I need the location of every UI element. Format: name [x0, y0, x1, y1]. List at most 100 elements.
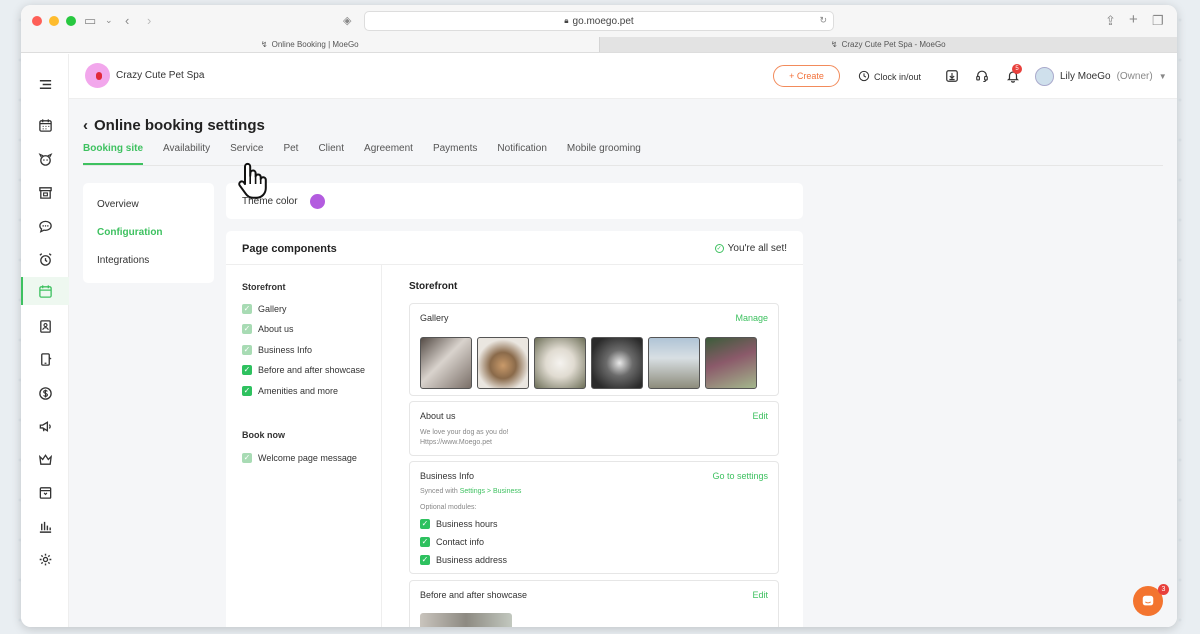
chat-icon [1142, 595, 1154, 606]
tab-overview-icon[interactable]: ❐ [1152, 13, 1164, 29]
checkbox-checked-icon: ✓ [242, 453, 252, 463]
forward-icon[interactable]: › [147, 13, 151, 28]
clock-in-out-button[interactable]: Clock in/out [858, 70, 921, 84]
shield-icon[interactable]: ◈ [343, 14, 351, 27]
reload-icon[interactable]: ↻ [819, 15, 827, 26]
clipboard-icon[interactable] [21, 312, 69, 340]
checkbox-welcome-message[interactable]: ✓ Welcome page message [242, 453, 357, 463]
support-headset-icon[interactable] [975, 69, 989, 86]
tab-agreement[interactable]: Agreement [364, 143, 413, 165]
sidebar-toggle-icon[interactable]: ▭ [84, 13, 96, 29]
gallery-photo[interactable] [420, 337, 472, 389]
storefront-heading: Storefront [242, 282, 286, 292]
gallery-photo[interactable] [591, 337, 643, 389]
business-name[interactable]: Crazy Cute Pet Spa [116, 70, 204, 81]
menu-icon[interactable] [21, 70, 69, 98]
checkbox-label: Contact info [436, 537, 485, 547]
maximize-window-button[interactable] [66, 16, 76, 26]
checkbox-checked-icon: ✓ [242, 304, 252, 314]
synced-prefix: Synced with [420, 488, 460, 495]
gallery-manage-link[interactable]: Manage [735, 313, 768, 323]
storefront-preview-heading: Storefront [409, 281, 458, 292]
notification-bell-icon[interactable]: 5 [1006, 64, 1022, 86]
clock-icon [858, 70, 870, 84]
checkbox-gallery[interactable]: ✓ Gallery [242, 304, 287, 314]
booking-site-subnav: Overview Configuration Integrations [83, 183, 214, 283]
browser-tabs: ↯ Online Booking | MoeGo ↯ Crazy Cute Pe… [21, 37, 1177, 53]
address-bar[interactable]: 🔒︎ go.moego.pet ↻ [364, 11, 834, 31]
tab-booking-site[interactable]: Booking site [83, 143, 144, 165]
online-booking-icon[interactable] [21, 277, 69, 305]
message-icon[interactable] [21, 212, 69, 240]
checkbox-amenities[interactable]: ✓ Amenities and more [242, 386, 338, 396]
crown-icon[interactable] [21, 445, 69, 473]
gallery-photo[interactable] [705, 337, 757, 389]
about-us-edit-link[interactable]: Edit [752, 411, 768, 421]
chevron-down-icon[interactable]: ⌄ [105, 15, 113, 26]
status-badge: ✓ You're all set! [714, 243, 787, 254]
checkbox-label: Business hours [436, 519, 498, 529]
create-button[interactable]: + Create [773, 65, 840, 87]
top-bar: Crazy Cute Pet Spa + Create Clock in/out [69, 54, 1177, 99]
download-icon[interactable] [945, 69, 959, 86]
theme-color-swatch[interactable] [310, 194, 325, 209]
before-after-edit-link[interactable]: Edit [752, 590, 768, 600]
business-info-title: Business Info [420, 471, 475, 481]
book-now-heading: Book now [242, 430, 285, 440]
tab-notification[interactable]: Notification [497, 143, 546, 165]
checkbox-contact-info[interactable]: ✓ Contact info [420, 537, 484, 547]
settings-gear-icon[interactable] [21, 545, 69, 573]
subnav-configuration[interactable]: Configuration [97, 227, 163, 238]
new-tab-icon[interactable]: + [1129, 11, 1138, 28]
gallery-photo[interactable] [534, 337, 586, 389]
checkbox-label: Business address [436, 555, 508, 565]
checkbox-business-address[interactable]: ✓ Business address [420, 555, 507, 565]
back-icon[interactable]: ‹ [125, 13, 129, 28]
main-area: Crazy Cute Pet Spa + Create Clock in/out [69, 54, 1177, 627]
subnav-integrations[interactable]: Integrations [97, 255, 149, 266]
gallery-photo[interactable] [477, 337, 529, 389]
go-to-settings-link[interactable]: Go to settings [712, 471, 768, 481]
checkbox-business-hours[interactable]: ✓ Business hours [420, 519, 498, 529]
dollar-icon[interactable] [21, 379, 69, 407]
showcase-photo[interactable] [420, 613, 512, 627]
settings-business-link[interactable]: Settings > Business [460, 488, 522, 495]
before-after-block: Before and after showcase Edit [409, 580, 779, 627]
subnav-overview[interactable]: Overview [97, 199, 139, 210]
tab-availability[interactable]: Availability [163, 143, 210, 165]
user-menu[interactable]: Lily MoeGo (Owner) ▼ [1035, 67, 1167, 86]
before-after-title: Before and after showcase [420, 590, 528, 600]
checkbox-before-after[interactable]: ✓ Before and after showcase [242, 365, 365, 375]
retail-icon[interactable] [21, 478, 69, 506]
report-chart-icon[interactable] [21, 512, 69, 540]
pet-icon[interactable] [21, 145, 69, 173]
mobile-icon[interactable] [21, 345, 69, 373]
tab-client[interactable]: Client [318, 143, 344, 165]
share-icon[interactable]: ⇪ [1105, 13, 1116, 29]
business-logo[interactable] [85, 63, 110, 88]
store-icon[interactable] [21, 178, 69, 206]
window-controls [32, 16, 76, 26]
calendar-icon[interactable] [21, 111, 69, 139]
tab-payments[interactable]: Payments [433, 143, 477, 165]
settings-tabs: Booking site Availability Service Pet Cl… [83, 143, 661, 165]
megaphone-icon[interactable] [21, 412, 69, 440]
browser-tab-online-booking[interactable]: ↯ Online Booking | MoeGo [21, 37, 599, 52]
alarm-clock-icon[interactable] [21, 245, 69, 273]
gallery-photo[interactable] [648, 337, 700, 389]
checkbox-checked-icon: ✓ [420, 555, 430, 565]
hand-cursor-icon [234, 160, 272, 203]
tab-mobile-grooming[interactable]: Mobile grooming [567, 143, 641, 165]
close-window-button[interactable] [32, 16, 42, 26]
minimize-window-button[interactable] [49, 16, 59, 26]
browser-tab-label: Crazy Cute Pet Spa - MoeGo [841, 40, 946, 49]
tab-favicon-icon: ↯ [830, 40, 838, 49]
checkbox-business-info[interactable]: ✓ Business Info [242, 345, 312, 355]
tab-pet[interactable]: Pet [283, 143, 298, 165]
checkbox-about-us[interactable]: ✓ About us [242, 324, 294, 334]
browser-tab-moego[interactable]: ↯ Crazy Cute Pet Spa - MoeGo [598, 37, 1177, 52]
app-shell: Crazy Cute Pet Spa + Create Clock in/out [21, 54, 1177, 627]
back-chevron-icon[interactable]: ‹ [83, 117, 88, 134]
user-name: Lily MoeGo [1060, 71, 1111, 82]
checkbox-checked-icon: ✓ [242, 324, 252, 334]
